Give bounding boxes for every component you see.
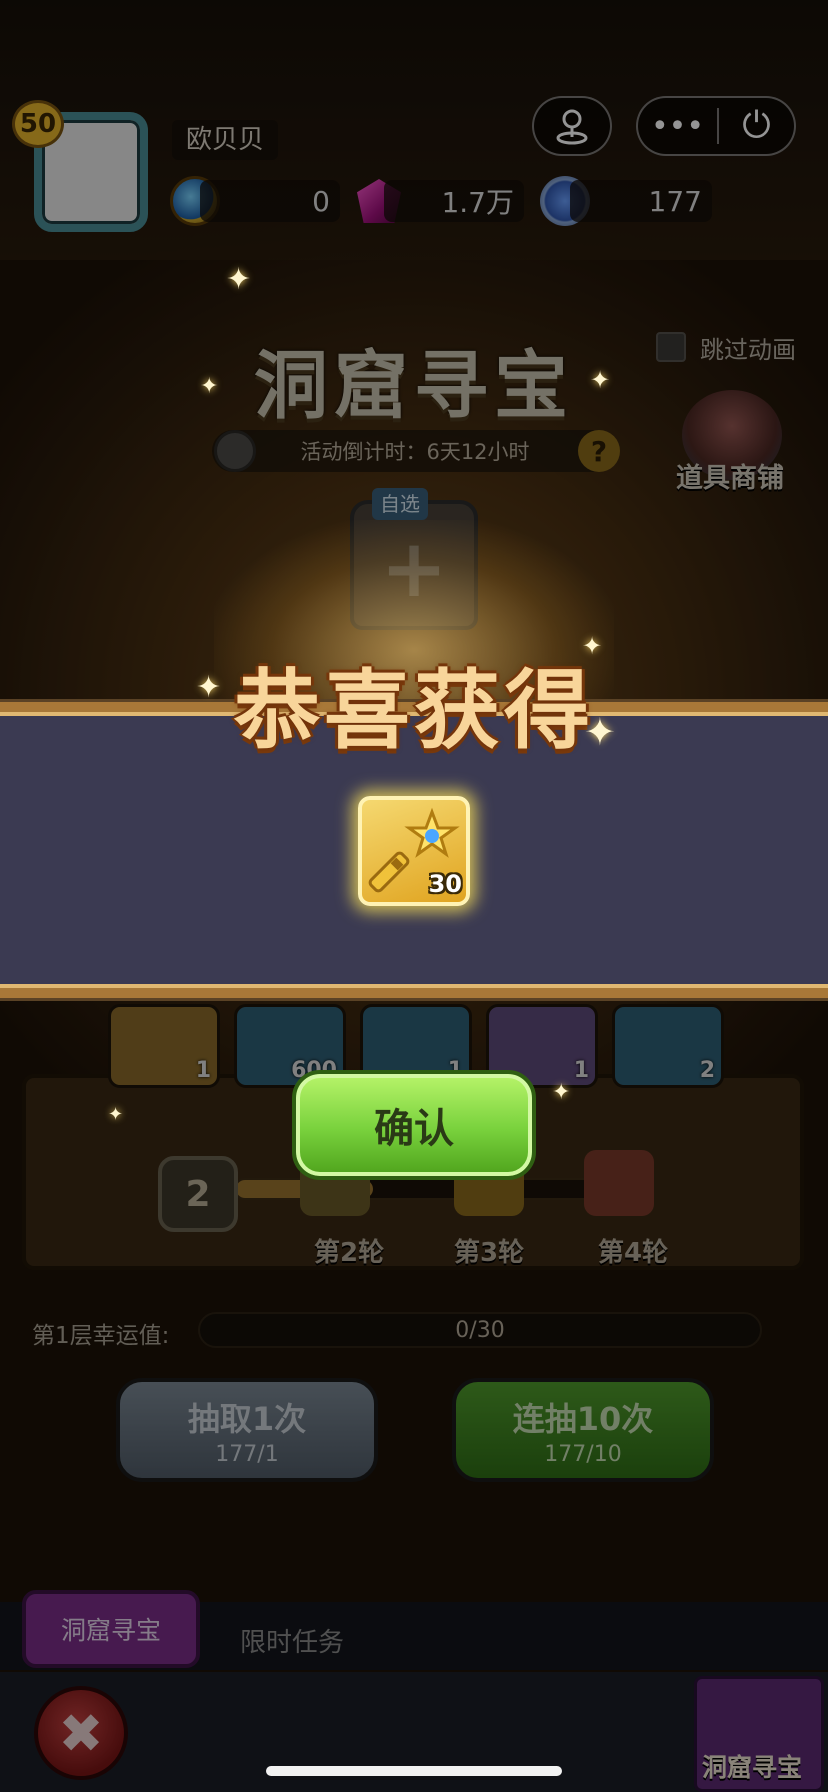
sparkle-icon: ✦ (552, 1080, 571, 1105)
popup-title: 恭喜获得 (234, 661, 594, 761)
reward-qty: 30 (428, 870, 462, 898)
sparkle-icon: ✦ (582, 632, 603, 660)
sparkle-icon: ✦ (196, 670, 222, 705)
sparkle-icon: ✦ (226, 262, 252, 297)
sparkle-icon: ✦ (584, 710, 616, 754)
sparkle-icon: ✦ (590, 366, 611, 394)
home-indicator[interactable] (266, 1766, 562, 1776)
sparkle-icon: ✦ (200, 374, 219, 399)
confirm-button[interactable]: 确认 (292, 1070, 536, 1180)
sparkle-icon: ✦ (108, 1104, 124, 1125)
reward-item[interactable]: 30 (358, 796, 470, 906)
